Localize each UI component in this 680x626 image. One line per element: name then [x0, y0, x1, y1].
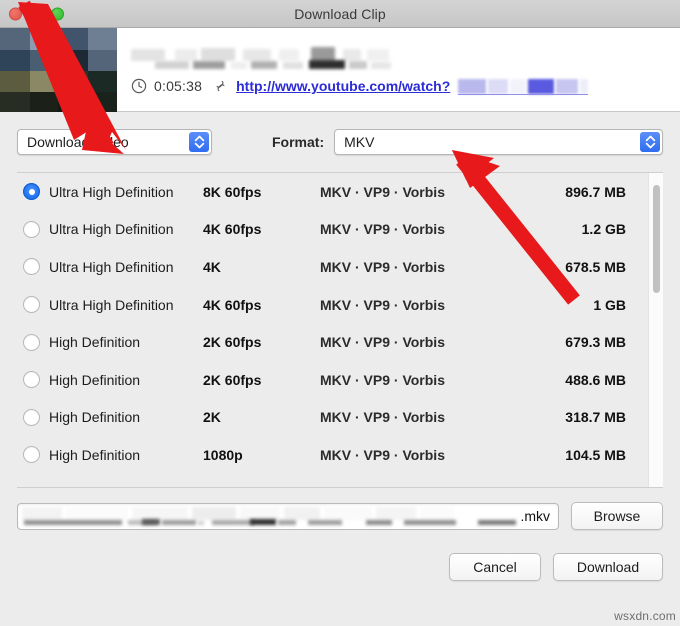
- format-list-row[interactable]: High Definition2KMKV · VP9 · Vorbis318.7…: [17, 399, 663, 437]
- row-codec: MKV · VP9 · Vorbis: [320, 184, 505, 200]
- window-title: Download Clip: [0, 6, 680, 22]
- row-resolution: 1080p: [203, 447, 320, 463]
- row-size: 1.2 GB: [505, 221, 663, 237]
- radio-unselected[interactable]: [23, 296, 40, 313]
- row-codec: MKV · VP9 · Vorbis: [320, 447, 505, 463]
- radio-unselected[interactable]: [23, 371, 40, 388]
- row-resolution: 2K 60fps: [203, 372, 320, 388]
- scrollbar-thumb[interactable]: [653, 185, 660, 293]
- row-resolution: 2K 60fps: [203, 334, 320, 350]
- url-underline: [458, 94, 588, 95]
- clip-duration-and-url: 0:05:38 http://www.youtube.com/watch?: [131, 78, 670, 94]
- format-list-row[interactable]: Ultra High Definition4K 60fpsMKV · VP9 ·…: [17, 286, 663, 324]
- row-codec: MKV · VP9 · Vorbis: [320, 221, 505, 237]
- clip-duration: 0:05:38: [154, 78, 202, 94]
- row-resolution: 8K 60fps: [203, 184, 320, 200]
- radio-selected[interactable]: [23, 183, 40, 200]
- row-codec: MKV · VP9 · Vorbis: [320, 372, 505, 388]
- row-codec: MKV · VP9 · Vorbis: [320, 297, 505, 313]
- clip-url-redacted-suffix: [458, 79, 588, 94]
- filename-input[interactable]: .mkv: [17, 503, 559, 530]
- chevron-up-down-icon[interactable]: [189, 132, 209, 152]
- row-size: 488.6 MB: [505, 372, 663, 388]
- radio-unselected[interactable]: [23, 258, 40, 275]
- download-options-row: Download Video Format: MKV: [0, 112, 680, 172]
- row-quality: High Definition: [49, 409, 203, 425]
- link-icon: [213, 78, 228, 94]
- row-quality: High Definition: [49, 447, 203, 463]
- maximize-window-button[interactable]: [51, 7, 64, 20]
- format-list[interactable]: Ultra High Definition8K 60fpsMKV · VP9 ·…: [17, 172, 663, 488]
- row-quality: High Definition: [49, 334, 203, 350]
- clip-url-link[interactable]: http://www.youtube.com/watch?: [236, 78, 450, 94]
- format-list-row[interactable]: High Definition1080pMKV · VP9 · Vorbis10…: [17, 436, 663, 474]
- close-window-button[interactable]: [9, 7, 22, 20]
- clip-metadata: 0:05:38 http://www.youtube.com/watch?: [117, 28, 680, 111]
- format-list-row[interactable]: High Definition2K 60fpsMKV · VP9 · Vorbi…: [17, 361, 663, 399]
- minimize-window-button[interactable]: [30, 7, 43, 20]
- window-traffic-lights: [9, 7, 64, 20]
- radio-unselected[interactable]: [23, 409, 40, 426]
- format-list-scrollbar[interactable]: [648, 173, 663, 487]
- clip-thumbnail: [0, 28, 117, 112]
- row-quality: Ultra High Definition: [49, 297, 203, 313]
- row-size: 1 GB: [505, 297, 663, 313]
- row-quality: Ultra High Definition: [49, 221, 203, 237]
- row-quality: High Definition: [49, 372, 203, 388]
- row-codec: MKV · VP9 · Vorbis: [320, 409, 505, 425]
- download-clip-window: Download Clip: [0, 0, 680, 626]
- chevron-up-down-icon[interactable]: [640, 132, 660, 152]
- format-value: MKV: [344, 134, 374, 150]
- clock-icon: [131, 78, 147, 94]
- format-list-row[interactable]: High Definition2K 60fpsMKV · VP9 · Vorbi…: [17, 323, 663, 361]
- download-kind-value: Download Video: [27, 134, 129, 150]
- row-resolution: 4K 60fps: [203, 297, 320, 313]
- clip-title-redacted: [131, 47, 393, 69]
- radio-unselected[interactable]: [23, 334, 40, 351]
- row-resolution: 2K: [203, 409, 320, 425]
- row-size: 104.5 MB: [505, 447, 663, 463]
- row-size: 678.5 MB: [505, 259, 663, 275]
- download-button[interactable]: Download: [553, 553, 663, 581]
- download-kind-popup-button[interactable]: Download Video: [17, 129, 212, 155]
- row-codec: MKV · VP9 · Vorbis: [320, 334, 505, 350]
- radio-unselected[interactable]: [23, 446, 40, 463]
- format-label: Format:: [272, 134, 324, 150]
- row-size: 896.7 MB: [505, 184, 663, 200]
- row-size: 318.7 MB: [505, 409, 663, 425]
- row-quality: Ultra High Definition: [49, 259, 203, 275]
- row-quality: Ultra High Definition: [49, 184, 203, 200]
- cancel-button[interactable]: Cancel: [449, 553, 541, 581]
- clip-info-header: 0:05:38 http://www.youtube.com/watch?: [0, 28, 680, 112]
- format-list-row[interactable]: Ultra High Definition4KMKV · VP9 · Vorbi…: [17, 248, 663, 286]
- format-list-row[interactable]: Ultra High Definition4K 60fpsMKV · VP9 ·…: [17, 211, 663, 249]
- row-resolution: 4K 60fps: [203, 221, 320, 237]
- browse-button[interactable]: Browse: [571, 502, 663, 530]
- save-location-row: .mkv Browse: [0, 488, 680, 530]
- title-bar: Download Clip: [0, 0, 680, 28]
- dialog-footer: Cancel Download: [0, 530, 680, 581]
- filename-extension: .mkv: [520, 508, 550, 524]
- filename-redacted-value: [22, 507, 516, 528]
- radio-unselected[interactable]: [23, 221, 40, 238]
- row-size: 679.3 MB: [505, 334, 663, 350]
- format-list-row[interactable]: Ultra High Definition8K 60fpsMKV · VP9 ·…: [17, 173, 663, 211]
- format-popup-button[interactable]: MKV: [334, 129, 663, 155]
- watermark: wsxdn.com: [614, 609, 676, 623]
- row-codec: MKV · VP9 · Vorbis: [320, 259, 505, 275]
- row-resolution: 4K: [203, 259, 320, 275]
